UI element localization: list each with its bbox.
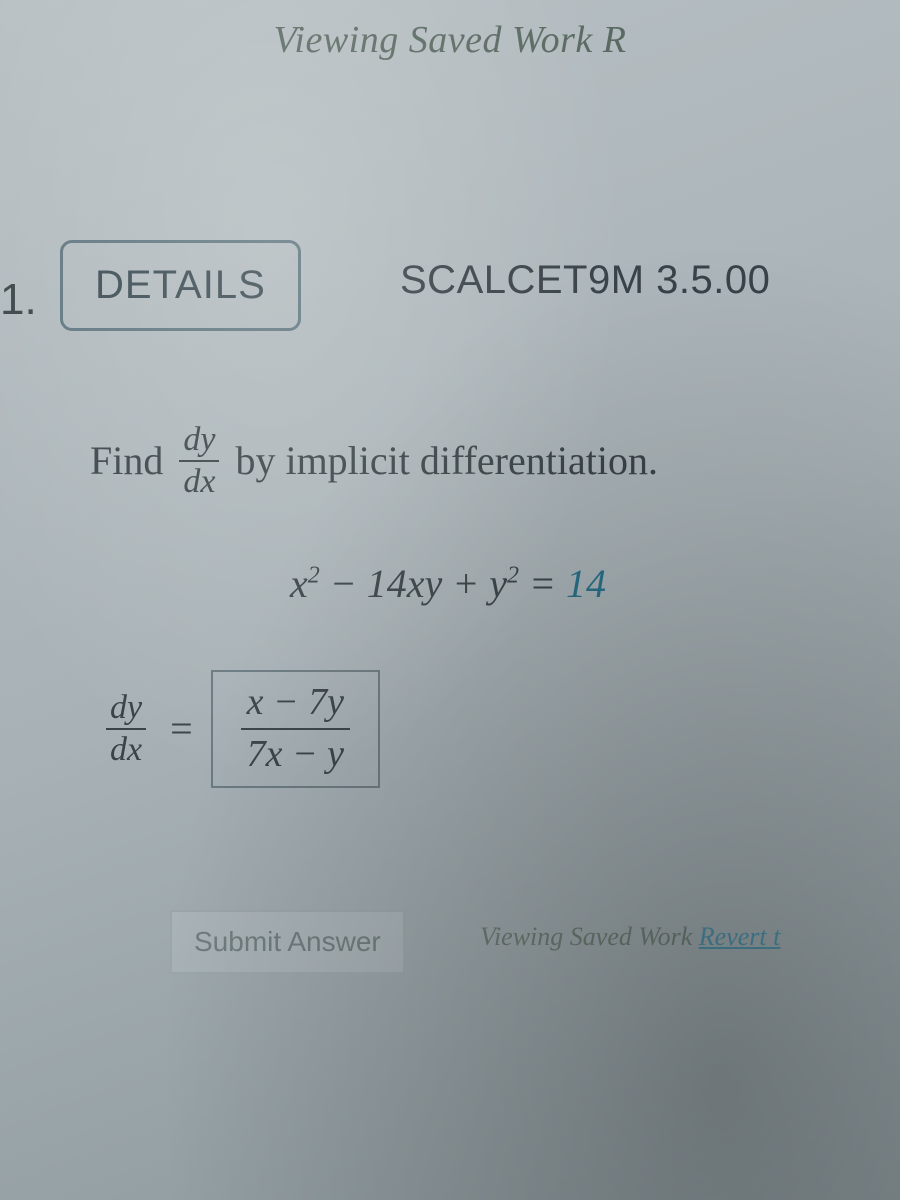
answer-row: dy dx = x − 7y 7x − y [100,670,380,788]
eq-rhs: 14 [566,561,606,606]
answer-dy-dx: dy dx [106,690,146,767]
revert-link[interactable]: Revert t [699,922,781,951]
equals-sign: = [170,705,193,752]
dy-dx-fraction: dy dx [179,422,219,499]
answer-input[interactable]: x − 7y 7x − y [211,670,380,788]
eq-term-y: y [489,561,507,606]
answer-frac-num: dy [106,690,146,728]
saved-work-header: Viewing Saved Work R [0,0,900,62]
problem-prompt: Find dy dx by implicit differentiation. [90,422,658,499]
eq-term-x: x [290,561,308,606]
eq-sign: = [519,561,566,606]
eq-mid: − 14xy + [320,561,490,606]
problem-number: 1. [0,275,37,325]
details-button[interactable]: DETAILS [60,240,301,331]
answer-value-den: 7x − y [241,728,350,776]
eq-sup-y: 2 [507,563,519,589]
answer-value-num: x − 7y [241,682,350,728]
submit-answer-button[interactable]: Submit Answer [170,910,405,974]
prompt-after: by implicit differentiation. [235,437,658,484]
eq-sup-x: 2 [308,563,320,589]
prompt-find: Find [90,437,163,484]
problem-source: SCALCET9M 3.5.00 [400,258,770,303]
saved-work-footer: Viewing Saved Work Revert t [480,922,780,952]
saved-prefix: Viewing Saved Work [480,922,699,951]
answer-value-fraction: x − 7y 7x − y [241,682,350,776]
frac-denominator: dx [179,460,219,500]
answer-frac-den: dx [106,728,146,768]
problem-equation: x2 − 14xy + y2 = 14 [290,560,606,607]
frac-numerator: dy [179,422,219,460]
